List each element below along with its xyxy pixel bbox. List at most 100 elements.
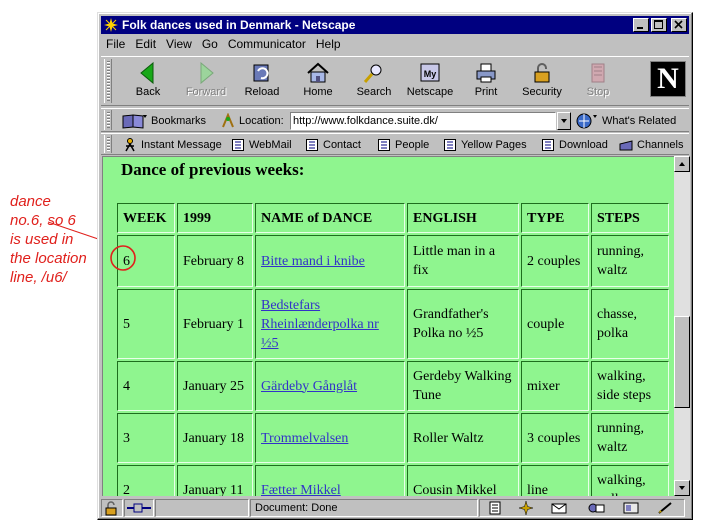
menu-view[interactable]: View [161, 35, 197, 54]
week-cell: 3 [117, 413, 175, 463]
menu-go[interactable]: Go [197, 35, 223, 54]
whats-related-label: What's Related [602, 115, 677, 127]
table-row: 4 January 25 Gärdeby Gånglåt Gerdeby Wal… [117, 361, 669, 411]
reload-label: Reload [244, 86, 280, 98]
steps-cell: running, waltz [591, 413, 669, 463]
contact-label: Contact [323, 139, 361, 151]
close-button[interactable] [671, 18, 687, 32]
back-button[interactable]: Back [121, 59, 175, 103]
whats-related-icon [576, 113, 597, 129]
search-label: Search [356, 86, 392, 98]
instant-message-button[interactable]: Instant Message [123, 137, 222, 153]
channels-button[interactable]: Channels [619, 137, 683, 153]
mail-icon[interactable] [551, 501, 569, 515]
location-toolbar: Bookmarks Location: http://www.folkdance… [101, 108, 689, 132]
location-label: Location: [239, 115, 284, 127]
table-row: 6 February 8 Bitte mand i knibe Little m… [117, 235, 669, 287]
scroll-up-button[interactable] [674, 156, 690, 172]
scroll-down-button[interactable] [674, 480, 690, 496]
whats-related-button[interactable]: What's Related [576, 113, 676, 129]
title-bar[interactable]: Folk dances used in Denmark - Netscape [101, 16, 689, 34]
toolbar-grip[interactable] [104, 59, 112, 103]
bookmark-page-icon [306, 139, 318, 151]
menu-edit[interactable]: Edit [130, 35, 161, 54]
document-icon[interactable] [489, 501, 501, 515]
navigation-toolbar: Back Forward Reload Home Search My Netsc… [101, 56, 689, 106]
status-bar: Document: Done [101, 499, 689, 517]
newsgroups-icon[interactable] [587, 501, 605, 515]
maximize-button[interactable] [651, 18, 667, 32]
date-cell: February 8 [177, 235, 253, 287]
column-header: TYPE [521, 203, 589, 233]
search-icon [363, 64, 382, 83]
people-label: People [395, 139, 430, 151]
steps-cell: running, waltz [591, 235, 669, 287]
back-label: Back [135, 86, 161, 98]
type-cell: line [521, 465, 589, 496]
page-proxy-icon[interactable] [221, 113, 235, 129]
yellow-pages-label: Yellow Pages [461, 139, 527, 151]
dance-link[interactable]: Trommelvalsen [261, 431, 348, 446]
table-header-row: WEEK 1999 NAME of DANCE ENGLISH TYPE STE… [117, 203, 669, 233]
dance-name-cell: Bedstefars Rheinlænderpolka nr ½5 [255, 289, 405, 359]
forward-button[interactable]: Forward [179, 59, 233, 103]
bookmark-page-icon [542, 139, 554, 151]
week-cell: 5 [117, 289, 175, 359]
address-book-icon[interactable] [622, 501, 640, 515]
progress-cell [155, 499, 249, 517]
navigator-icon[interactable] [518, 501, 534, 515]
stop-label: Stop [586, 86, 610, 98]
browser-window: Folk dances used in Denmark - Netscape F… [97, 12, 693, 520]
menu-help[interactable]: Help [311, 35, 346, 54]
close-icon [674, 20, 683, 29]
location-url-input[interactable]: http://www.folkdance.suite.dk/ [290, 112, 556, 130]
dance-link[interactable]: Gärdeby Gånglåt [261, 379, 357, 394]
english-cell: Cousin Mikkel [407, 465, 519, 496]
netscape-button[interactable]: My Netscape [403, 59, 457, 103]
security-lock-cell[interactable] [101, 499, 123, 517]
search-button[interactable]: Search [347, 59, 401, 103]
download-label: Download [559, 139, 608, 151]
annotation-note: dance no.6, so 6 is used in the location… [10, 193, 87, 286]
stop-button[interactable]: Stop [571, 59, 625, 103]
netscape-logo[interactable]: N [650, 61, 686, 97]
minimize-icon [637, 27, 643, 29]
minimize-button[interactable] [633, 18, 649, 32]
reload-icon [253, 64, 269, 82]
bookmarks-button[interactable]: Bookmarks [121, 113, 206, 129]
home-button[interactable]: Home [291, 59, 345, 103]
people-button[interactable]: People [377, 137, 429, 153]
stop-icon [591, 63, 605, 83]
dance-link[interactable]: Bedstefars Rheinlænderpolka nr ½5 [261, 298, 379, 351]
menu-communicator[interactable]: Communicator [223, 35, 311, 54]
dance-link[interactable]: Fætter Mikkel [261, 483, 341, 497]
security-button[interactable]: Security [515, 59, 569, 103]
contact-button[interactable]: Contact [305, 137, 361, 153]
type-cell: 3 couples [521, 413, 589, 463]
type-cell: mixer [521, 361, 589, 411]
composer-icon[interactable] [657, 501, 675, 515]
bookmark-page-icon [232, 139, 244, 151]
table-row: 5 February 1 Bedstefars Rheinlænderpolka… [117, 289, 669, 359]
vertical-scrollbar[interactable] [674, 156, 690, 496]
location-dropdown-button[interactable] [557, 112, 571, 130]
english-cell: Grandfather's Polka no ½5 [407, 289, 519, 359]
table-row: 3 January 18 Trommelvalsen Roller Waltz … [117, 413, 669, 463]
scroll-thumb[interactable] [674, 316, 690, 408]
date-cell: January 11 [177, 465, 253, 496]
print-icon [476, 63, 496, 83]
yellow-pages-button[interactable]: Yellow Pages [443, 137, 527, 153]
reload-button[interactable]: Reload [235, 59, 289, 103]
location-grip[interactable] [104, 110, 112, 130]
menu-file[interactable]: File [101, 35, 130, 54]
netscape-app-icon [103, 17, 119, 33]
dance-name-cell: Fætter Mikkel [255, 465, 405, 496]
print-button[interactable]: Print [459, 59, 513, 103]
download-button[interactable]: Download [541, 137, 608, 153]
dance-link[interactable]: Bitte mand i knibe [261, 254, 365, 269]
webmail-button[interactable]: WebMail [231, 137, 292, 153]
date-cell: February 1 [177, 289, 253, 359]
personal-grip[interactable] [104, 135, 112, 153]
column-header: ENGLISH [407, 203, 519, 233]
dance-name-cell: Trommelvalsen [255, 413, 405, 463]
